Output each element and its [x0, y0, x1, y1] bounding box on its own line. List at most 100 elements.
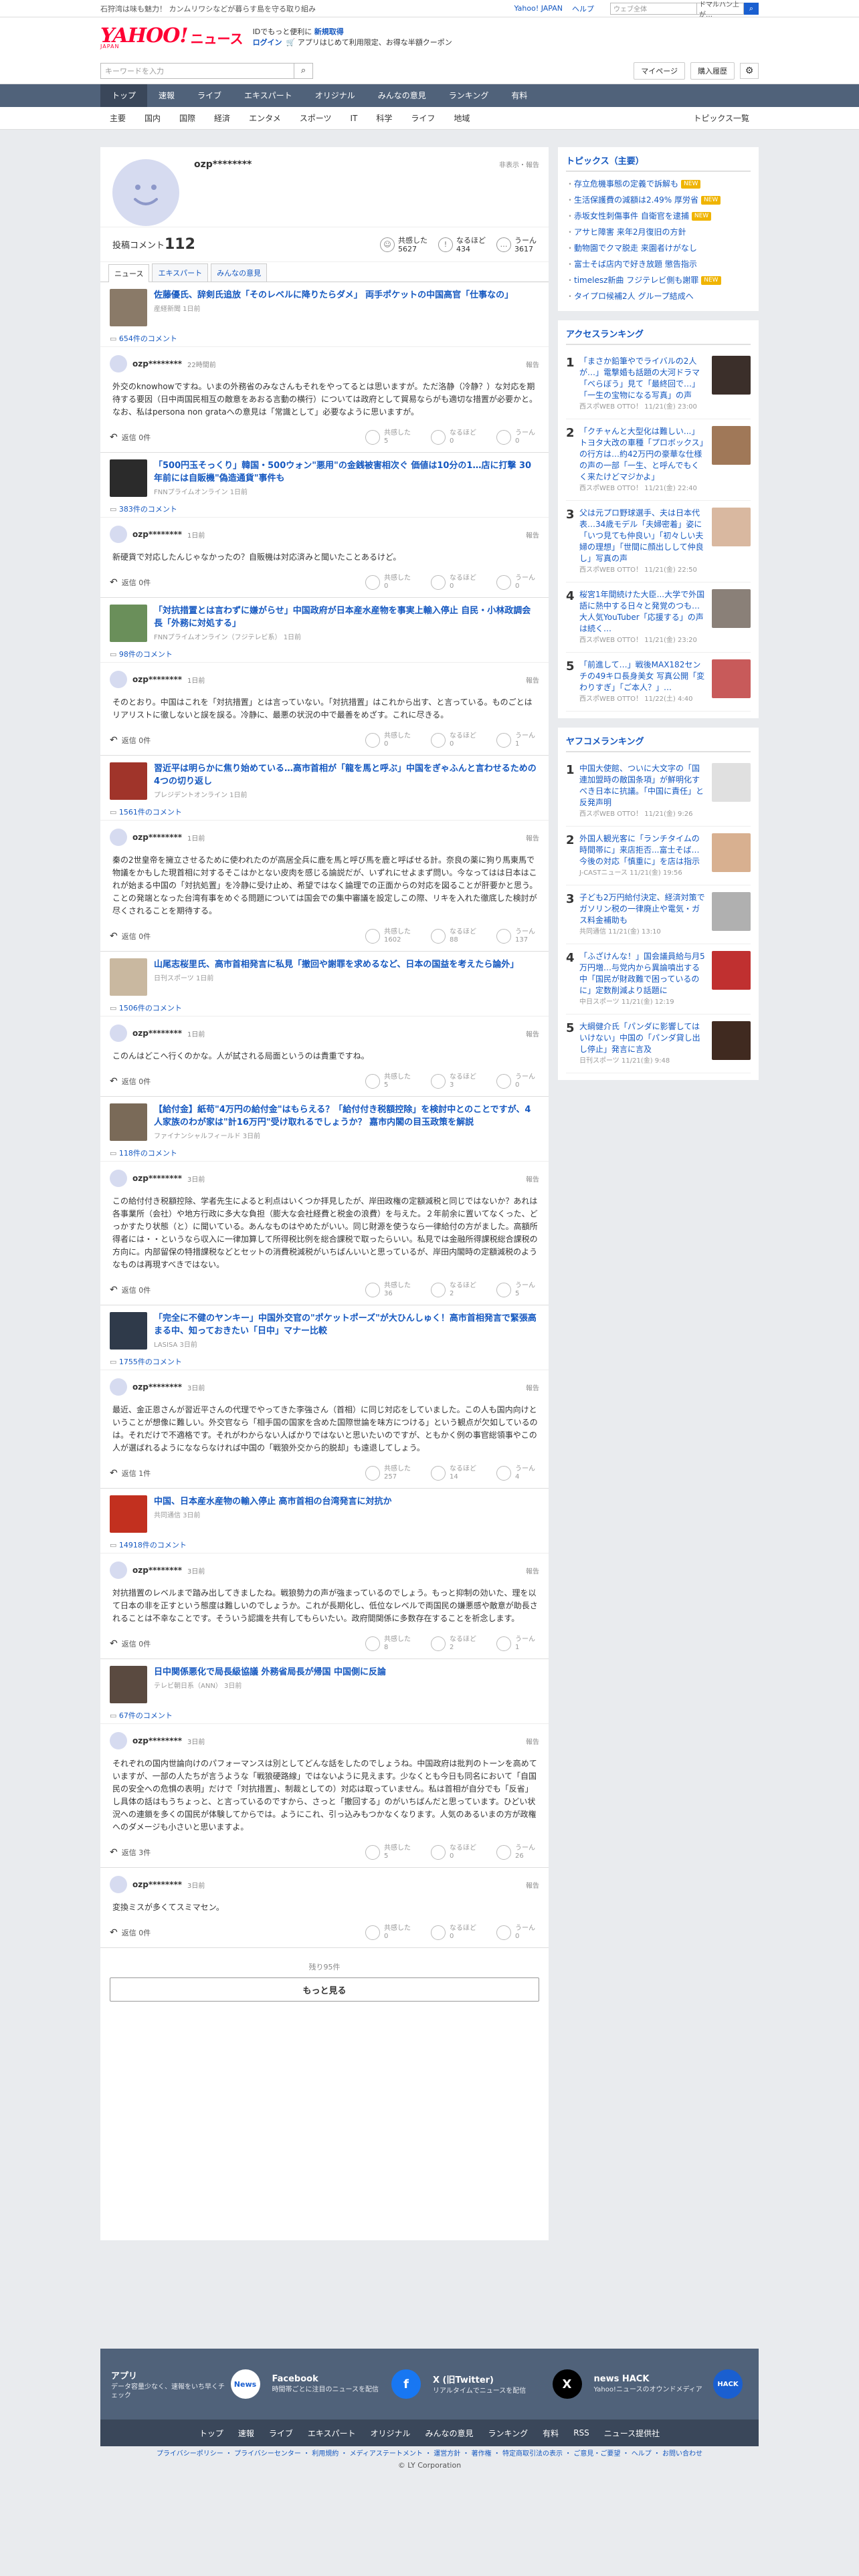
article-item[interactable]: 中国、日本産水産物の輸入停止 高市首相の台湾発言に対抗か 共同通信 3日前	[100, 1489, 549, 1533]
rank-title[interactable]: 「まさか鉛筆やでライバルの2人が…」電撃婚も話題の大河ドラマ「べらぼう」見て「最…	[579, 356, 706, 401]
article-comment-count[interactable]: 1561件のコメント	[100, 800, 549, 821]
insight-button[interactable]: なるほど 2	[431, 1636, 476, 1652]
article-title[interactable]: 山尾志桜里氏、高市首相発言に私見「撤回や謝罪を求めるなど、日本の国益を考えたら論…	[154, 958, 518, 971]
newshack-promo[interactable]: news HACK Yahoo!ニュースのオウンドメディア HACK	[594, 2369, 749, 2399]
cat-it[interactable]: IT	[341, 114, 367, 123]
ranking-item[interactable]: 4 桜宮1年間続けた大臣...大学で外国語に熱中する日々と発覚のつも…大人気Yo…	[566, 582, 751, 653]
empathy-button[interactable]: 共感した 8	[365, 1636, 411, 1652]
promo-text[interactable]: 石狩湾は味も魅力！ カンムリワシなどが暮らす島を守る取り組み	[100, 3, 514, 14]
rank-thumbnail[interactable]	[712, 763, 751, 802]
rank-thumbnail[interactable]	[712, 426, 751, 465]
gnav-ranking[interactable]: ランキング	[438, 84, 500, 107]
topic-link[interactable]: timelesz新曲 フジテレビ側も謝罪NEW	[566, 272, 751, 288]
hmm-button[interactable]: うーん 0	[496, 1925, 535, 1941]
web-search-input[interactable]: ウェブ全体	[610, 2, 697, 15]
topic-link[interactable]: 存立危機事態の定義で訴解もNEW	[566, 176, 751, 192]
article-item[interactable]: 「対抗措置とは言わずに嫌がらせ」中国政府が日本産水産物を事実上輸入停止 自民・小…	[100, 598, 549, 642]
ranking-item[interactable]: 5 「前進して…」戦後MAX182センチの49キロ長身美女 写真公開「変わりすぎ…	[566, 653, 751, 712]
article-thumbnail[interactable]	[110, 1103, 147, 1141]
article-comment-count[interactable]: 98件のコメント	[100, 642, 549, 663]
reply-button[interactable]: 返信 0件	[110, 1076, 151, 1087]
search-icon[interactable]: ⌕	[294, 62, 313, 79]
ranking-item[interactable]: 5 大綱健介氏「パンダに影響してはいけない」中国の「パンダ貸し出し停止」発言に言…	[566, 1014, 751, 1073]
hmm-button[interactable]: うーん 0	[496, 1073, 535, 1089]
comment-report-link[interactable]: 報告	[526, 675, 539, 685]
topic-link[interactable]: 赤坂女性刺傷事件 自衛官を逮捕NEW	[566, 208, 751, 224]
comment-report-link[interactable]: 報告	[526, 833, 539, 843]
insight-button[interactable]: なるほど 0	[431, 1844, 476, 1860]
gnav-original[interactable]: オリジナル	[304, 84, 367, 107]
more-button[interactable]: もっと見る	[110, 1977, 539, 2002]
topic-link[interactable]: タイプロ候補2人 グループ結成へ	[566, 288, 751, 304]
comment-report-link[interactable]: 報告	[526, 530, 539, 540]
ranking-item[interactable]: 4 「ふざけんな！」国会議員給与月5万円増…与党内から異論噴出する中「国民が財政…	[566, 944, 751, 1014]
facebook-promo[interactable]: Facebook 時間帯ごとに注目のニュースを配信 f	[272, 2369, 427, 2399]
footer-link-ranking[interactable]: ランキング	[488, 2428, 529, 2439]
web-search-select[interactable]: ドマルハン上が…	[697, 1, 744, 19]
rank-thumbnail[interactable]	[712, 589, 751, 628]
rank-thumbnail[interactable]	[712, 951, 751, 990]
cat-life[interactable]: ライフ	[401, 112, 444, 124]
insight-button[interactable]: なるほど 3	[431, 1073, 476, 1089]
hmm-button[interactable]: うーん 1	[496, 732, 535, 748]
hmm-button[interactable]: うーん 137	[496, 928, 535, 944]
ranking-item[interactable]: 2 外国人観光客に「ランチタイムの時間帯に」来店拒否...富士そば…今後の対応「…	[566, 827, 751, 885]
comment-report-link[interactable]: 報告	[526, 1174, 539, 1184]
ranking-item[interactable]: 2 「クチャんと大型化は難しい...」トヨタ大改の車種「プロボックス」の行方は……	[566, 419, 751, 501]
topic-link[interactable]: アサヒ障害 来年2月復旧の方針	[566, 224, 751, 240]
gear-icon[interactable]: ⚙	[740, 62, 759, 79]
article-comment-count[interactable]: 14918件のコメント	[100, 1533, 549, 1553]
reply-button[interactable]: 返信 0件	[110, 577, 151, 588]
article-thumbnail[interactable]	[110, 762, 147, 800]
topic-text[interactable]: 富士そば店内で好き放題 懲告指示	[574, 256, 697, 272]
empathy-button[interactable]: 共感した 5	[365, 1844, 411, 1860]
article-comment-count[interactable]: 654件のコメント	[100, 326, 549, 347]
article-item[interactable]: 「500円玉そっくり」韓国・500ウォン"悪用"の金銭被害相次ぐ 価値は10分の…	[100, 453, 549, 497]
cat-local[interactable]: 地域	[444, 112, 479, 124]
empathy-button[interactable]: 共感した 5	[365, 429, 411, 445]
article-thumbnail[interactable]	[110, 1312, 147, 1350]
insight-button[interactable]: なるほど 0	[431, 574, 476, 591]
topic-text[interactable]: 動物園でクマ脱走 来園者けがなし	[574, 240, 697, 256]
search-icon[interactable]: ⌕	[744, 2, 759, 15]
rank-title[interactable]: 子ども2万円給付決定、経済対策でガソリン税の一律廃止や電気・ガス料金補助も	[579, 892, 706, 926]
topics-list-link[interactable]: トピックス一覧	[684, 112, 759, 124]
help-link[interactable]: ヘルプ	[572, 3, 594, 14]
article-thumbnail[interactable]	[110, 1495, 147, 1533]
rank-thumbnail[interactable]	[712, 1021, 751, 1060]
comment-report-link[interactable]: 報告	[526, 1566, 539, 1576]
reply-button[interactable]: 返信 3件	[110, 1847, 151, 1858]
reply-button[interactable]: 返信 1件	[110, 1468, 151, 1479]
insight-button[interactable]: なるほど 2	[431, 1282, 476, 1298]
rank-title[interactable]: 「前進して…」戦後MAX182センチの49キロ長身美女 写真公開「変わりすぎ」「…	[579, 659, 706, 693]
profile-report-link[interactable]: 非表示・報告	[499, 159, 539, 169]
rank-title[interactable]: 大綱健介氏「パンダに影響してはいけない」中国の「パンダ貸し出し停止」発言に言及	[579, 1021, 706, 1055]
footer-links[interactable]: プライバシーポリシー ・ プライバシーセンター ・ 利用規約 ・ メディアステー…	[0, 2449, 859, 2460]
article-title[interactable]: 「対抗措置とは言わずに嫌がらせ」中国政府が日本産水産物を事実上輸入停止 自民・小…	[154, 605, 539, 630]
reply-button[interactable]: 返信 0件	[110, 1285, 151, 1295]
x-promo[interactable]: X (旧Twitter) リアルタイムでニュースを配信 X	[433, 2369, 587, 2399]
footer-link-original[interactable]: オリジナル	[371, 2428, 411, 2439]
topic-text[interactable]: 赤坂女性刺傷事件 自衛官を逮捕	[574, 208, 689, 224]
article-comment-count[interactable]: 67件のコメント	[100, 1703, 549, 1724]
article-item[interactable]: 「完全に不健のヤンキー」中国外交官の"ポケットポーズ"が大ひんしゅく！高市首相発…	[100, 1305, 549, 1350]
mypage-button[interactable]: マイページ	[634, 62, 685, 80]
article-item[interactable]: 習近平は明らかに焦り始めている…高市首相が「龍を馬と呼ぶ」中国をぎゃふんと言わせ…	[100, 756, 549, 800]
article-title[interactable]: 習近平は明らかに焦り始めている…高市首相が「龍を馬と呼ぶ」中国をぎゃふんと言わせ…	[154, 762, 539, 788]
insight-button[interactable]: なるほど 0	[431, 732, 476, 748]
article-title[interactable]: 中国、日本産水産物の輸入停止 高市首相の台湾発言に対抗か	[154, 1495, 392, 1508]
ranking-item[interactable]: 1 中国大使館、ついに大文字の「国連加盟時の敵国条項」が鮮明化すべき日本に抗議。…	[566, 756, 751, 827]
rank-thumbnail[interactable]	[712, 356, 751, 395]
reply-button[interactable]: 返信 0件	[110, 1638, 151, 1649]
footer-link-top[interactable]: トップ	[199, 2428, 223, 2439]
insight-button[interactable]: なるほど 0	[431, 1925, 476, 1941]
article-thumbnail[interactable]	[110, 459, 147, 497]
article-thumbnail[interactable]	[110, 958, 147, 996]
rank-title[interactable]: 「ふざけんな！」国会議員給与月5万円増…与党内から異論噴出する中「国民が財政難で…	[579, 951, 706, 996]
history-button[interactable]: 購入履歴	[690, 62, 735, 80]
comment-report-link[interactable]: 報告	[526, 1029, 539, 1039]
reply-button[interactable]: 返信 0件	[110, 1927, 151, 1938]
footer-link-providers[interactable]: ニュース提供社	[604, 2428, 660, 2439]
article-title[interactable]: 日中関係悪化で局長級協議 外務省局長が帰国 中国側に反論	[154, 1666, 386, 1679]
article-title[interactable]: 「500円玉そっくり」韓国・500ウォン"悪用"の金銭被害相次ぐ 価値は10分の…	[154, 459, 539, 485]
